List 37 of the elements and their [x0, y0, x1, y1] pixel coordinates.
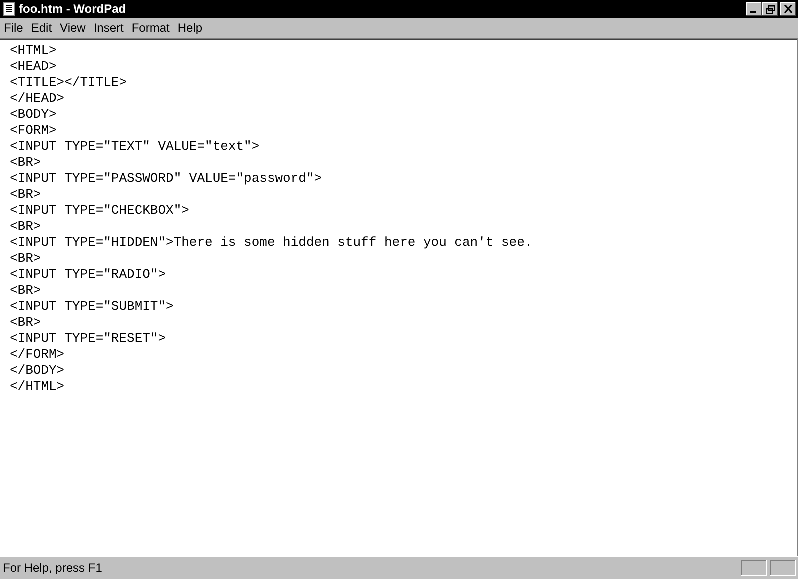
- code-line: </BODY>: [10, 363, 66, 379]
- code-line: <BR>: [10, 315, 42, 331]
- code-line: <FORM>: [10, 123, 58, 139]
- menu-item[interactable]: Help: [174, 21, 207, 35]
- code-line: <BR>: [10, 251, 42, 267]
- code-line: <BODY>: [10, 107, 58, 123]
- status-text: For Help, press F1: [3, 561, 104, 575]
- code-line: <HEAD>: [10, 59, 58, 75]
- menu-item[interactable]: View: [56, 21, 90, 35]
- code-line: <BR>: [10, 219, 42, 235]
- close-icon: [784, 5, 792, 13]
- status-pane: [741, 560, 767, 576]
- code-line: <BR>: [10, 187, 42, 203]
- code-line: <INPUT TYPE="HIDDEN">There is some hidden stuff here you can't see.: [10, 235, 534, 251]
- menu-item[interactable]: Insert: [90, 21, 128, 35]
- code-line: <INPUT TYPE="TEXT" VALUE="text">: [10, 139, 261, 155]
- menu-item[interactable]: Format: [128, 21, 174, 35]
- code-line: <BR>: [10, 283, 42, 299]
- code-line: <TITLE></TITLE>: [10, 75, 128, 91]
- window-title: foo.htm - WordPad: [19, 2, 128, 16]
- restore-icon: [766, 4, 774, 14]
- menu-item[interactable]: File: [0, 21, 28, 35]
- code-line: <HTML>: [10, 43, 58, 59]
- code-line: <BR>: [10, 155, 42, 171]
- code-line: <INPUT TYPE="CHECKBOX">: [10, 203, 190, 219]
- minimize-button[interactable]: [746, 2, 762, 16]
- close-button[interactable]: [780, 2, 796, 16]
- menu-item[interactable]: Edit: [27, 21, 56, 35]
- code-line: </HEAD>: [10, 91, 66, 107]
- restore-button[interactable]: [762, 2, 778, 16]
- code-line: <INPUT TYPE="RESET">: [10, 331, 168, 347]
- code-line: <INPUT TYPE="PASSWORD" VALUE="password">: [10, 171, 324, 187]
- code-line: <INPUT TYPE="SUBMIT">: [10, 299, 175, 315]
- code-line: </HTML>: [10, 379, 66, 395]
- status-pane: [770, 560, 796, 576]
- code-line: <INPUT TYPE="RADIO">: [10, 267, 168, 283]
- code-line: </FORM>: [10, 347, 66, 363]
